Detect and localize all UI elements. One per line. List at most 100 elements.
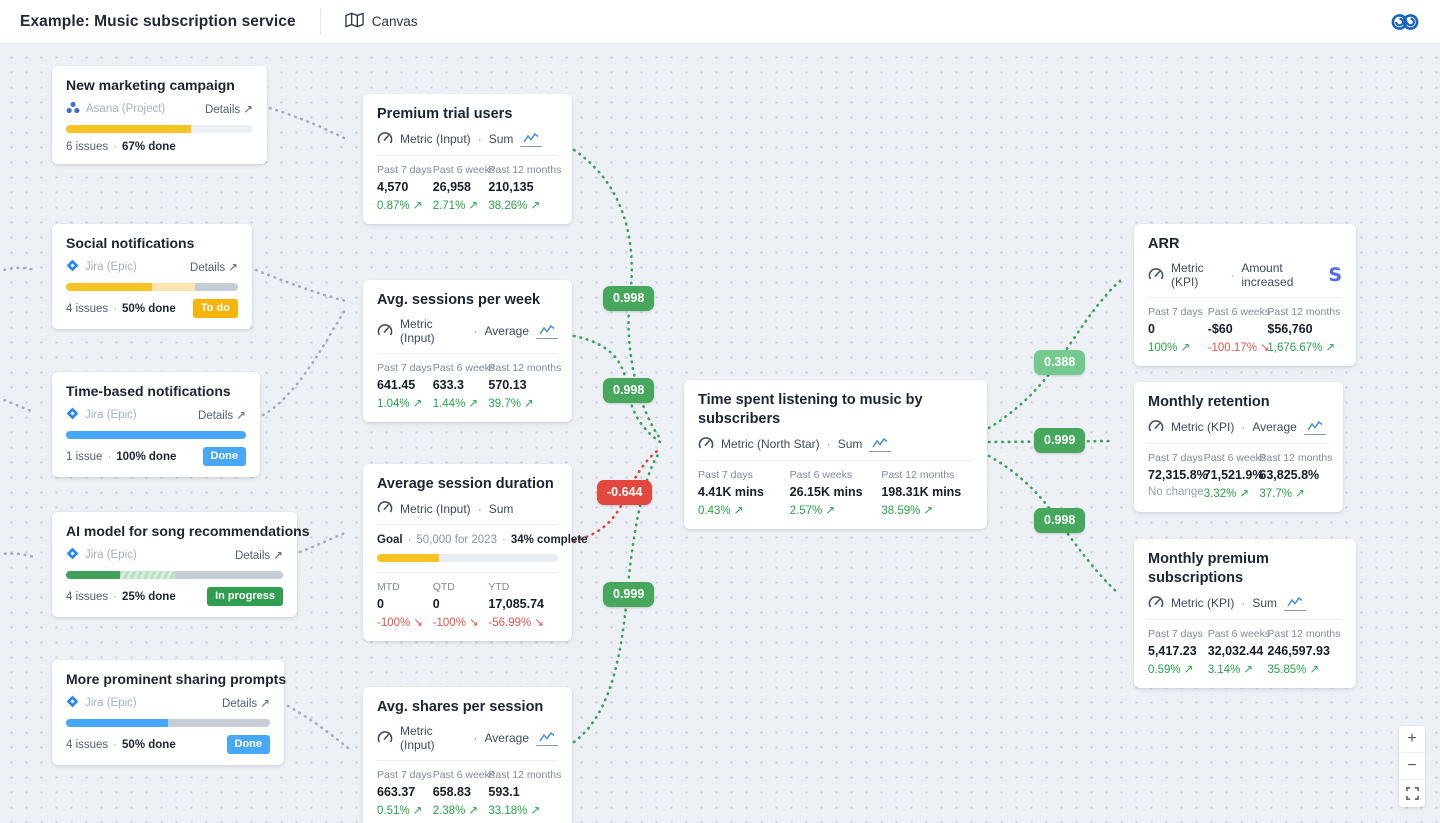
done-percent: 25% done: [122, 591, 176, 603]
work-card-title: AI model for song recommendations: [66, 522, 283, 540]
metric-card-avg-sessions-per-week[interactable]: Avg. sessions per week Metric (Input) · …: [363, 280, 572, 422]
edge-offcanvas-to-timebased: [0, 396, 34, 412]
edge-correlation-badge[interactable]: 0.388: [1034, 350, 1085, 375]
line-chart-icon[interactable]: [1304, 419, 1326, 435]
doubleloop-logo-icon[interactable]: [1390, 11, 1420, 33]
line-chart-icon[interactable]: [536, 730, 558, 746]
progress-bar: [66, 431, 246, 439]
metric-period: Past 12 months198.31K mins38.59% ↗: [881, 469, 973, 517]
work-card-title: Social notifications: [66, 234, 238, 252]
metric-period: Past 12 months210,13538.26% ↗: [488, 164, 558, 212]
gauge-icon: [377, 132, 393, 147]
metric-card-arr[interactable]: ARR Metric (KPI) · Amount increased S Pa…: [1134, 224, 1356, 366]
details-link[interactable]: Details ↗: [222, 696, 270, 710]
metric-card-time-spent-listening[interactable]: Time spent listening to music by subscri…: [684, 380, 987, 529]
metric-period: Past 7 days5,417.230.59% ↗: [1148, 628, 1208, 676]
metric-period: Past 6 weeks71,521.9%3.32% ↗: [1204, 452, 1260, 500]
workspace-title: Example: Music subscription service: [20, 13, 296, 31]
metric-aggregation: Amount increased: [1241, 261, 1321, 289]
edge-correlation-badge[interactable]: -0.644: [597, 480, 652, 505]
metric-period: YTD17,085.74-56.99% ↘: [488, 581, 558, 629]
metric-title: Premium trial users: [377, 105, 558, 124]
metric-period: Past 7 days663.370.51% ↗: [377, 769, 433, 817]
work-card-time-based-notifications[interactable]: Time-based notifications Jira (Epic) Det…: [52, 372, 260, 477]
goal-target: 50,000 for 2023: [416, 534, 497, 546]
metric-period: Past 6 weeks658.832.38% ↗: [433, 769, 489, 817]
metric-type: Metric (Input): [400, 132, 471, 146]
metric-title: Avg. shares per session: [377, 698, 558, 717]
status-badge-todo: To do: [193, 299, 238, 318]
work-card-title: Time-based notifications: [66, 382, 246, 400]
metric-period: Past 6 weeks26.15K mins2.57% ↗: [790, 469, 882, 517]
edge-correlation-badge[interactable]: 0.998: [603, 378, 654, 403]
metric-tree-canvas[interactable]: New marketing campaign Asana (Project) D…: [0, 44, 1440, 823]
work-card-title: New marketing campaign: [66, 76, 253, 94]
work-card-source: Jira (Epic): [85, 409, 137, 421]
metric-period: Past 7 days72,315.8%No change: [1148, 452, 1204, 500]
metric-period: Past 6 weeks-$60-100.17% ↘: [1208, 306, 1268, 354]
metric-period: MTD0-100% ↘: [377, 581, 433, 629]
line-chart-icon[interactable]: [520, 131, 542, 147]
gauge-icon: [377, 324, 393, 339]
work-card-social-notifications[interactable]: Social notifications Jira (Epic) Details…: [52, 224, 252, 329]
details-link[interactable]: Details ↗: [190, 260, 238, 274]
jira-icon: [66, 695, 79, 711]
status-badge-in-progress: In progress: [207, 587, 283, 606]
edge-correlation-badge[interactable]: 0.999: [1034, 428, 1085, 453]
work-card-sharing-prompts[interactable]: More prominent sharing prompts Jira (Epi…: [52, 660, 284, 765]
issues-count: 4 issues: [66, 303, 108, 315]
work-card-new-marketing-campaign[interactable]: New marketing campaign Asana (Project) D…: [52, 66, 267, 164]
metric-card-premium-trial-users[interactable]: Premium trial users Metric (Input) · Sum…: [363, 94, 572, 224]
metric-period: QTD0-100% ↘: [433, 581, 489, 629]
metric-aggregation: Sum: [1252, 596, 1277, 610]
details-link[interactable]: Details ↗: [205, 102, 253, 116]
metric-card-monthly-retention[interactable]: Monthly retention Metric (KPI) · Average…: [1134, 382, 1343, 512]
metric-type: Metric (KPI): [1171, 596, 1234, 610]
work-card-source: Asana (Project): [86, 103, 165, 115]
gauge-icon: [377, 501, 393, 516]
details-link[interactable]: Details ↗: [198, 408, 246, 422]
edge-timebased-to-sessions: [263, 307, 347, 415]
line-chart-icon[interactable]: [869, 436, 891, 452]
edge-campaign-to-premium: [270, 108, 346, 139]
metric-card-monthly-premium-subscriptions[interactable]: Monthly premium subscriptions Metric (KP…: [1134, 539, 1356, 688]
work-card-source: Jira (Epic): [85, 261, 137, 273]
line-chart-icon[interactable]: [1284, 595, 1306, 611]
metric-card-avg-shares-per-session[interactable]: Avg. shares per session Metric (Input) ·…: [363, 687, 572, 823]
line-chart-icon[interactable]: [536, 323, 558, 339]
issues-count: 6 issues: [66, 141, 108, 153]
metric-title: Monthly premium subscriptions: [1148, 550, 1342, 588]
metric-period: Past 6 weeks26,9582.71% ↗: [433, 164, 489, 212]
status-badge-done: Done: [203, 447, 247, 466]
metric-type: Metric (Input): [400, 724, 467, 752]
jira-icon: [66, 407, 79, 423]
map-icon: [345, 12, 364, 31]
metric-period: Past 7 days0100% ↗: [1148, 306, 1208, 354]
metric-period: Past 12 months570.1339.7% ↗: [488, 362, 558, 410]
edge-correlation-badge[interactable]: 0.998: [603, 286, 654, 311]
metric-card-average-session-duration[interactable]: Average session duration Metric (Input) …: [363, 464, 572, 641]
work-card-source: Jira (Epic): [85, 549, 137, 561]
zoom-in-button[interactable]: +: [1399, 726, 1425, 753]
progress-bar: [66, 125, 253, 133]
details-link[interactable]: Details ↗: [235, 548, 283, 562]
metric-title: Monthly retention: [1148, 393, 1329, 412]
work-card-ai-model[interactable]: AI model for song recommendations Jira (…: [52, 512, 297, 617]
metric-aggregation: Average: [1252, 420, 1296, 434]
edge-correlation-badge[interactable]: 0.999: [603, 582, 654, 607]
fit-view-button[interactable]: [1399, 780, 1425, 807]
metric-aggregation: Average: [485, 324, 529, 338]
work-card-source: Jira (Epic): [85, 697, 137, 709]
metric-period: Past 12 months246,597.9335.85% ↗: [1267, 628, 1342, 676]
stripe-icon[interactable]: S: [1328, 266, 1342, 285]
edge-sharing-to-shares: [288, 706, 348, 748]
status-badge-done: Done: [227, 735, 271, 754]
edge-correlation-badge[interactable]: 0.998: [1034, 508, 1085, 533]
canvas-zoom-controls: + −: [1399, 726, 1425, 807]
metric-period: Past 7 days641.451.04% ↗: [377, 362, 433, 410]
gauge-icon: [1148, 268, 1164, 283]
goal-progress-bar: [377, 554, 558, 562]
zoom-out-button[interactable]: −: [1399, 753, 1425, 780]
tab-canvas[interactable]: Canvas: [345, 12, 418, 31]
issues-count: 1 issue: [66, 451, 102, 463]
